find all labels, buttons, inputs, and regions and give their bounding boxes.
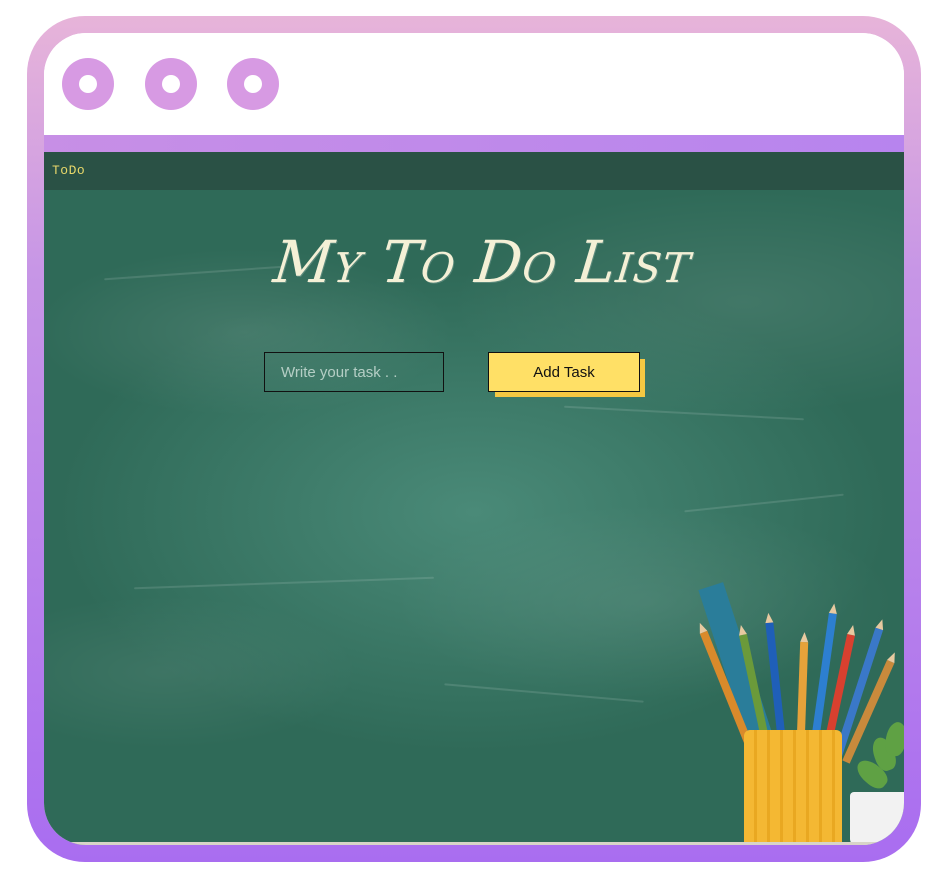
add-task-button[interactable]: Add Task: [488, 352, 640, 392]
window-dot-icon[interactable]: [145, 58, 197, 110]
board-ledge: [44, 842, 904, 845]
browser-frame: ToDo My To Do List Add Task: [27, 16, 921, 862]
chalk-streak: [684, 493, 844, 513]
navbar: ToDo: [44, 152, 904, 190]
chalk-streak: [444, 683, 644, 703]
title-bar: [44, 33, 904, 135]
window-dot-icon[interactable]: [62, 58, 114, 110]
page-title: My To Do List: [270, 228, 695, 296]
nav-brand-link[interactable]: ToDo: [52, 163, 85, 178]
window-dot-icon[interactable]: [227, 58, 279, 110]
chalk-streak: [564, 405, 804, 421]
chalk-streak: [134, 576, 434, 590]
title-bar-divider: [44, 135, 904, 152]
browser-window: ToDo My To Do List Add Task: [44, 33, 904, 845]
plant-leaf-icon: [883, 720, 904, 758]
add-task-button-wrap: Add Task: [488, 352, 645, 397]
plant-pot-icon: [850, 792, 904, 845]
task-input[interactable]: [264, 352, 444, 392]
pencil-cup-icon: [744, 730, 842, 845]
chalkboard-background: ToDo My To Do List Add Task: [44, 152, 904, 845]
chalk-streak: [104, 265, 284, 281]
